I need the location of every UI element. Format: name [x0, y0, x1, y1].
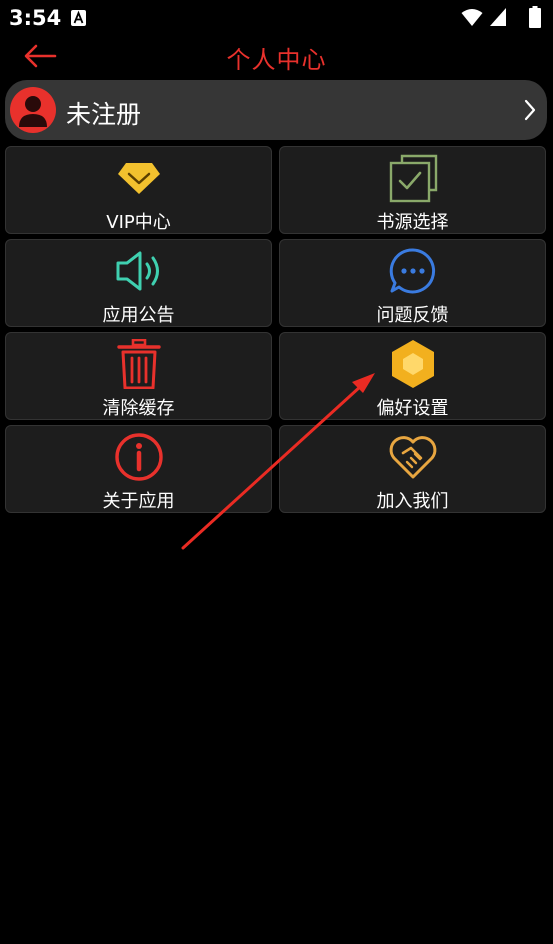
hexagon-settings-icon — [391, 340, 434, 388]
user-profile-row[interactable]: 未注册 — [5, 80, 547, 140]
checkbox-stack-icon — [389, 154, 437, 203]
status-bar: 3:54 — [0, 0, 553, 34]
menu-item-label: 清除缓存 — [102, 398, 175, 419]
menu-item-about[interactable]: 关于应用 — [5, 425, 272, 513]
trash-icon — [116, 339, 161, 389]
menu-item-label: 书源选择 — [376, 212, 449, 233]
status-time: 3:54 — [9, 6, 62, 30]
chevron-right-icon — [524, 99, 536, 121]
menu-item-label: 应用公告 — [102, 305, 175, 326]
handshake-heart-icon — [389, 436, 436, 479]
menu-item-label: 偏好设置 — [376, 398, 449, 419]
speaker-icon — [116, 251, 159, 291]
battery-icon — [529, 6, 541, 28]
app-bar: 个人中心 — [0, 34, 553, 78]
wifi-icon — [461, 9, 483, 26]
page-title: 个人中心 — [226, 46, 327, 74]
menu-item-join-us[interactable]: 加入我们 — [279, 425, 546, 513]
menu-item-vip[interactable]: VIP中心 — [5, 146, 272, 234]
info-icon — [114, 433, 163, 481]
diamond-icon — [117, 163, 160, 194]
menu-item-preferences[interactable]: 偏好设置 — [279, 332, 546, 420]
menu-item-book-source[interactable]: 书源选择 — [279, 146, 546, 234]
menu-item-label: 问题反馈 — [376, 305, 449, 326]
menu-item-clear-cache[interactable]: 清除缓存 — [5, 332, 272, 420]
menu-item-label: 加入我们 — [376, 491, 449, 512]
chat-bubble-icon — [389, 248, 435, 294]
user-name: 未注册 — [66, 100, 142, 129]
user-avatar-icon — [10, 87, 56, 133]
accessibility-a-icon — [71, 10, 86, 26]
menu-item-label: 关于应用 — [102, 491, 175, 512]
menu-item-feedback[interactable]: 问题反馈 — [279, 239, 546, 327]
menu-item-announcement[interactable]: 应用公告 — [5, 239, 272, 327]
menu-item-label: VIP中心 — [106, 212, 171, 233]
signal-icon — [490, 8, 506, 26]
